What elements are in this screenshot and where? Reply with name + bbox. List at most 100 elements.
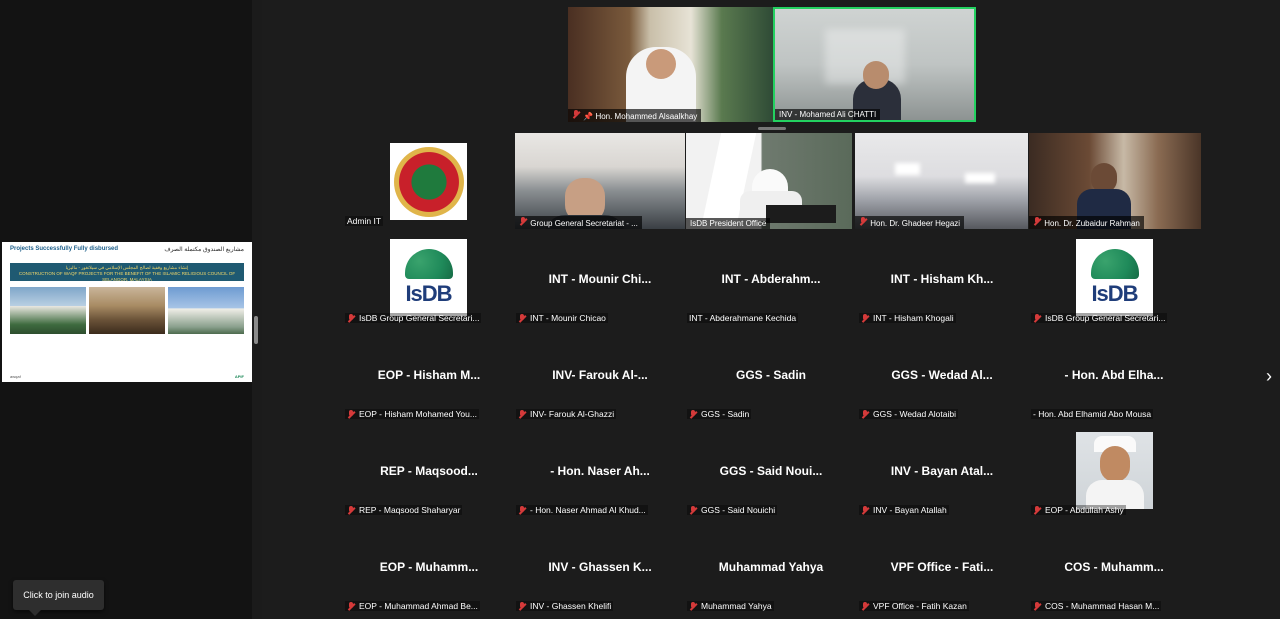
- participant-label: INT - Mounir Chicao: [516, 313, 608, 323]
- shared-screen-thumbnail[interactable]: Projects Successfully Fully disbursed مش…: [2, 242, 252, 382]
- participant-display-name: INV - Bayan Atal...: [890, 464, 994, 478]
- slide-footer-left: awqaf: [10, 374, 21, 379]
- pin-icon: 📌: [583, 112, 594, 121]
- participant-name: IsDB President Office: [690, 219, 767, 228]
- participant-display-name: INV - Ghassen K...: [548, 560, 652, 574]
- video-tile-top[interactable]: 📌 Hon. Mohammed Alsaalkhay: [568, 7, 773, 122]
- participant-display-name: EOP - Hisham M...: [377, 368, 481, 382]
- participant-display-name: - Hon. Abd Elha...: [1064, 368, 1164, 382]
- muted-mic-icon: [347, 313, 356, 323]
- participant-name: IsDB Group General Secretari...: [1045, 313, 1166, 323]
- video-tile[interactable]: IsDB President Office: [686, 133, 852, 229]
- participant-display-name: INT - Abderahm...: [721, 272, 821, 286]
- participant-name: INT - Abderahmane Kechida: [689, 313, 797, 323]
- muted-mic-icon: [347, 409, 356, 419]
- participant-label: REP - Maqsood Shaharyar: [345, 505, 463, 515]
- participant-display-name: REP - Maqsood...: [380, 464, 478, 478]
- muted-mic-icon: [689, 409, 698, 419]
- slide-title-ar: مشاريع الصندوق مكتملة الصرف: [164, 247, 244, 253]
- participant-name: EOP - Muhammad Ahmad Be...: [359, 601, 478, 611]
- muted-mic-icon: [518, 313, 527, 323]
- participant-label: - Hon. Abd Elhamid Abo Mousa: [1031, 409, 1154, 419]
- video-tile[interactable]: Group General Secretariat - ...: [515, 133, 685, 229]
- muted-mic-icon: [1033, 217, 1042, 226]
- participant-name: VPF Office - Fatih Kazan: [873, 601, 967, 611]
- muted-mic-icon: [859, 217, 868, 226]
- video-strip-resize-handle[interactable]: [758, 127, 786, 130]
- participant-name: Group General Secretariat - ...: [530, 219, 638, 228]
- globe-icon: [1090, 248, 1139, 279]
- muted-mic-icon: [689, 601, 698, 611]
- participant-name: - Hon. Abd Elhamid Abo Mousa: [1033, 409, 1152, 419]
- muted-mic-icon: [518, 601, 527, 611]
- participant-name: EOP - Hisham Mohamed You...: [359, 409, 477, 419]
- participant-label: IsDB Group General Secretari...: [1031, 313, 1168, 323]
- participant-name: Admin IT: [347, 216, 382, 226]
- muted-mic-icon: [689, 505, 698, 515]
- video-tile[interactable]: Hon. Dr. Ghadeer Hegazi: [855, 133, 1028, 229]
- participant-name: Muhammad Yahya: [701, 601, 772, 611]
- slide-photo: [89, 287, 165, 334]
- shared-screen-panel: Projects Successfully Fully disbursed مش…: [0, 0, 252, 619]
- participant-display-name: INT - Hisham Kh...: [890, 272, 994, 286]
- muted-mic-icon: [1033, 505, 1042, 515]
- isdb-logo-avatar: IsDB: [390, 239, 467, 316]
- muted-mic-icon: [861, 409, 870, 419]
- participant-name: GGS - Sadin: [701, 409, 750, 419]
- participant-name: Hon. Mohammed Alsaalkhay: [595, 112, 698, 121]
- chevron-right-icon[interactable]: ›: [1266, 366, 1272, 387]
- muted-mic-icon: [861, 601, 870, 611]
- participant-name: COS - Muhammad Hasan M...: [1045, 601, 1160, 611]
- participant-display-name: Muhammad Yahya: [718, 560, 824, 574]
- participant-label: EOP - Muhammad Ahmad Be...: [345, 601, 480, 611]
- participant-label: Admin IT: [345, 216, 384, 226]
- participant-display-name: COS - Muhamm...: [1064, 560, 1164, 574]
- participant-label: INT - Abderahmane Kechida: [687, 313, 799, 323]
- slide-banner-en: CONSTRUCTION OF WAQF PROJECTS FOR THE BE…: [18, 270, 236, 282]
- isdb-logo-text: IsDB: [405, 280, 452, 306]
- slide-title-en: Projects Successfully Fully disbursed: [10, 246, 119, 252]
- video-tile[interactable]: Hon. Dr. Zubaidur Rahman: [1029, 133, 1201, 229]
- muted-mic-icon: [518, 505, 527, 515]
- participant-name: GGS - Wedad Alotaibi: [873, 409, 956, 419]
- muted-mic-icon: [347, 601, 356, 611]
- video-tile-active-speaker[interactable]: INV - Mohamed Ali CHATTI: [773, 7, 976, 122]
- participant-name: INV - Mohamed Ali CHATTI: [779, 110, 877, 119]
- participant-name: - Hon. Naser Ahmad Al Khud...: [530, 505, 646, 515]
- participant-name: GGS - Said Nouichi: [701, 505, 776, 515]
- slide-footer-right: APIF: [234, 374, 244, 379]
- participant-label: - Hon. Naser Ahmad Al Khud...: [516, 505, 648, 515]
- muted-mic-icon: [1033, 601, 1042, 611]
- participant-display-name: GGS - Sadin: [735, 368, 806, 382]
- slide-photos: [10, 287, 244, 334]
- participant-label: IsDB Group General Secretari...: [345, 313, 482, 323]
- participant-name: EOP - Abdullah Ashy: [1045, 505, 1124, 515]
- participant-display-name: INV- Farouk Al-...: [552, 368, 648, 382]
- participant-photo-avatar: [1076, 432, 1153, 509]
- participant-display-name: EOP - Muhamm...: [379, 560, 479, 574]
- join-audio-button[interactable]: Click to join audio: [13, 580, 104, 616]
- participant-display-name: GGS - Said Noui...: [719, 464, 823, 478]
- muted-mic-icon: [861, 313, 870, 323]
- isdb-logo-text: IsDB: [1091, 280, 1138, 306]
- splitter-handle[interactable]: [254, 316, 258, 344]
- participant-name: Hon. Dr. Ghadeer Hegazi: [870, 219, 961, 228]
- participant-name: REP - Maqsood Shaharyar: [359, 505, 461, 515]
- muted-mic-icon: [861, 505, 870, 515]
- participant-label: COS - Muhammad Hasan M...: [1031, 601, 1162, 611]
- muted-mic-icon: [519, 217, 528, 226]
- participant-name: INV - Ghassen Khelifi: [530, 601, 612, 611]
- participant-name: Hon. Dr. Zubaidur Rahman: [1044, 219, 1140, 228]
- participant-display-name: VPF Office - Fati...: [890, 560, 994, 574]
- panel-splitter[interactable]: [252, 0, 262, 619]
- participant-display-name: - Hon. Naser Ah...: [550, 464, 650, 478]
- participant-label: INV- Farouk Al-Ghazzi: [516, 409, 617, 419]
- participant-label: INV - Bayan Atallah: [859, 505, 949, 515]
- participant-label: GGS - Said Nouichi: [687, 505, 778, 515]
- globe-icon: [404, 248, 453, 279]
- muted-mic-icon: [518, 409, 527, 419]
- muted-mic-icon: [347, 505, 356, 515]
- isdb-logo-avatar: IsDB: [1076, 239, 1153, 316]
- muted-mic-icon: [572, 110, 581, 119]
- participant-display-name: GGS - Wedad Al...: [891, 368, 993, 382]
